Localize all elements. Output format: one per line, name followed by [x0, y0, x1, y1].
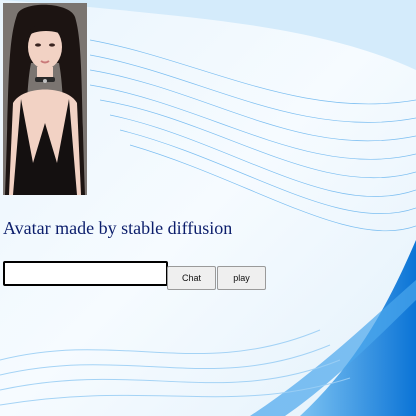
chat-input[interactable]	[3, 261, 168, 286]
avatar-portrait-icon	[3, 3, 87, 195]
avatar-caption: Avatar made by stable diffusion	[3, 218, 233, 238]
avatar-image	[3, 3, 87, 195]
play-button[interactable]: play	[217, 266, 266, 290]
chat-button[interactable]: Chat	[167, 266, 216, 290]
